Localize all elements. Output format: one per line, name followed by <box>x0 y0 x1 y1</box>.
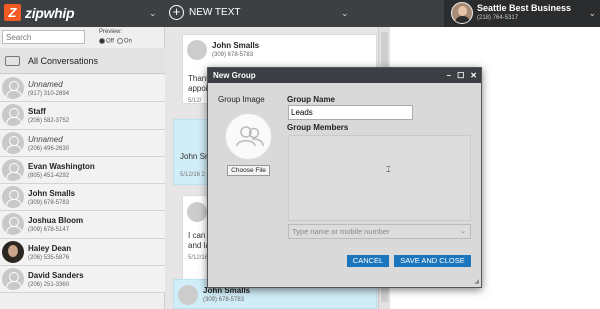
contact-phone: (206) 496-2630 <box>28 145 70 152</box>
contact-phone: (309) 678-5147 <box>28 227 70 234</box>
sender-phone: (309) 678-5783 <box>203 297 245 303</box>
avatar <box>2 268 24 291</box>
conversation-list: Unnamed (917) 310-2894 Staff (206) 582-3… <box>0 75 165 294</box>
new-text-label: NEW TEXT <box>189 7 241 18</box>
preview-on-radio[interactable]: On <box>116 38 132 45</box>
sender-phone: (309) 678-5783 <box>212 52 254 58</box>
group-icon <box>236 126 264 147</box>
sender-name: John Smalls <box>212 41 260 50</box>
group-image-placeholder <box>225 113 272 160</box>
conversations-icon <box>5 56 20 66</box>
mouse-cursor-icon: ⌶ <box>386 165 391 174</box>
list-item[interactable]: Haley Dean (206) 535-5876 <box>0 238 165 267</box>
resize-handle-icon[interactable]: ◢ <box>474 278 479 285</box>
list-item[interactable]: Unnamed (917) 310-2894 <box>0 75 165 103</box>
contact-name: Evan Washington <box>28 161 95 171</box>
list-item[interactable]: Staff (206) 582-3752 <box>0 102 165 130</box>
contact-name: Haley Dean <box>28 243 72 253</box>
window-controls: – ☐ ✕ <box>447 68 477 83</box>
preview-label: Preview: <box>99 29 123 35</box>
avatar <box>178 285 198 305</box>
member-search-select[interactable]: Type name or mobile number ⌄ <box>288 224 471 239</box>
contact-phone: (206) 535-5876 <box>28 254 70 261</box>
preview-toggle: Off On <box>99 38 132 45</box>
all-conversations-label: All Conversations <box>28 56 99 66</box>
contact-name: Unnamed <box>28 134 63 144</box>
contact-phone: (206) 251-3360 <box>28 282 70 289</box>
contact-phone: (309) 678-5783 <box>28 200 70 207</box>
avatar <box>2 186 24 209</box>
new-group-dialog: New Group – ☐ ✕ Group Image Choose File … <box>207 67 482 288</box>
plus-circle-icon: + <box>169 5 184 20</box>
group-members-label: Group Members <box>287 123 349 132</box>
account-phone: (218) 764-5317 <box>477 15 519 21</box>
message-text: I can <box>188 231 206 240</box>
list-item[interactable]: Unnamed (206) 496-2630 <box>0 129 165 157</box>
avatar <box>2 104 24 127</box>
preview-off-radio[interactable]: Off <box>99 38 114 45</box>
list-item[interactable]: Evan Washington (805) 451-4292 <box>0 156 165 185</box>
dialog-title: New Group – ☐ ✕ <box>208 68 481 83</box>
account-name: Seattle Best Business <box>477 3 572 13</box>
contact-name: Staff <box>28 107 46 117</box>
group-image-label: Group Image <box>218 95 265 104</box>
contact-phone: (917) 310-2894 <box>28 91 70 97</box>
avatar <box>2 77 24 99</box>
chevron-down-icon: ⌄ <box>460 228 466 235</box>
avatar <box>187 202 207 222</box>
message-time: 5/12/16 <box>188 255 209 261</box>
avatar <box>2 131 24 154</box>
logo[interactable]: Z zipwhip <box>4 4 75 21</box>
message-time: 5/12/ <box>188 98 202 104</box>
chevron-down-icon[interactable]: ⌄ <box>341 8 349 19</box>
logo-text: zipwhip <box>25 4 75 21</box>
minimize-icon[interactable]: – <box>447 68 451 83</box>
avatar <box>2 240 24 263</box>
message-text: appoi <box>188 84 208 93</box>
cancel-button[interactable]: CANCEL <box>347 255 389 267</box>
chevron-down-icon[interactable]: ⌄ <box>149 8 157 19</box>
avatar <box>2 213 24 236</box>
group-name-field[interactable]: Leads <box>288 105 413 120</box>
contact-phone: (206) 582-3752 <box>28 118 70 125</box>
list-item[interactable]: Joshua Bloom (309) 678-5147 <box>0 211 165 239</box>
contact-name: Unnamed <box>28 80 63 89</box>
search-input[interactable] <box>2 30 85 44</box>
group-name-label: Group Name <box>287 95 336 104</box>
zipwhip-logo-icon: Z <box>4 4 21 21</box>
new-text-button[interactable]: + NEW TEXT <box>169 5 240 20</box>
avatar <box>187 40 207 60</box>
save-and-close-button[interactable]: SAVE AND CLOSE <box>394 255 471 267</box>
contact-name: John Smalls <box>28 189 76 199</box>
account-avatar <box>451 2 473 24</box>
radio-icon <box>116 38 123 44</box>
group-members-list[interactable] <box>288 135 471 221</box>
choose-file-button[interactable]: Choose File <box>227 165 270 176</box>
account-menu[interactable]: Seattle Best Business (218) 764-5317 ⌄ <box>444 0 600 27</box>
contact-name: Joshua Bloom <box>28 216 84 226</box>
all-conversations-item[interactable]: All Conversations <box>0 48 165 74</box>
list-item[interactable]: John Smalls (309) 678-5783 <box>0 184 165 212</box>
close-icon[interactable]: ✕ <box>470 68 477 83</box>
contact-phone: (805) 451-4292 <box>28 172 70 179</box>
member-search-placeholder: Type name or mobile number <box>292 227 390 236</box>
avatar <box>2 158 24 181</box>
list-item[interactable]: David Sanders (206) 251-3360 <box>0 266 165 294</box>
conversation-sidebar: Preview: Off On All Conversations Unname… <box>0 27 165 309</box>
contact-name: David Sanders <box>28 271 84 281</box>
top-bar: Z zipwhip ⌄ + NEW TEXT ⌄ Seattle Best Bu… <box>0 0 600 27</box>
maximize-icon[interactable]: ☐ <box>457 68 464 83</box>
message-time: 5/12/16 2 <box>180 172 206 178</box>
chevron-down-icon: ⌄ <box>588 8 596 18</box>
radio-selected-icon <box>99 38 105 44</box>
